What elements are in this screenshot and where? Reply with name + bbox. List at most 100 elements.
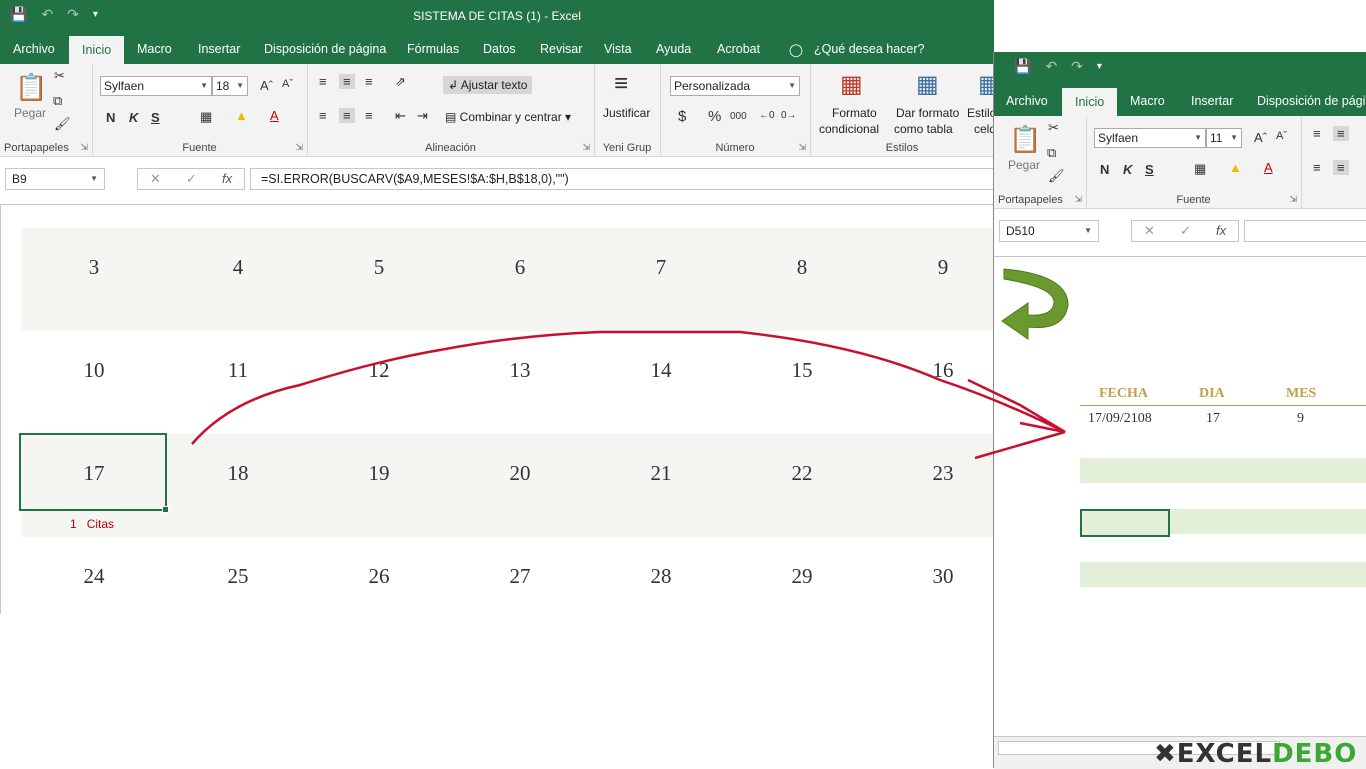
worksheet-grid-2[interactable] — [994, 256, 1366, 737]
undo-icon[interactable]: ↶ — [1045, 58, 1057, 75]
cut-icon[interactable]: ✂ — [1048, 120, 1059, 136]
calendar-day[interactable]: 23 — [893, 461, 993, 486]
format-table-button[interactable]: Dar formato — [896, 106, 959, 120]
merge-center-button[interactable]: ▤ Combinar y centrar ▾ — [445, 110, 571, 124]
font-launcher-icon[interactable]: ⇲ — [1289, 194, 1297, 205]
calendar-day[interactable]: 14 — [611, 358, 711, 383]
paste-icon[interactable]: 📋 — [1009, 124, 1041, 155]
align-right-icon[interactable]: ≡ — [365, 108, 373, 123]
align-top-icon[interactable]: ≡ — [1313, 126, 1321, 141]
calendar-day[interactable]: 22 — [752, 461, 852, 486]
currency-button[interactable]: $ — [678, 108, 686, 125]
tab-archivo-2[interactable]: Archivo — [1006, 94, 1048, 108]
thousands-button[interactable]: 000 — [730, 111, 747, 122]
selected-cell[interactable] — [19, 433, 169, 513]
tab-acrobat[interactable]: Acrobat — [717, 42, 760, 56]
calendar-day[interactable]: 18 — [188, 461, 288, 486]
confirm-icon[interactable]: ✓ — [186, 171, 197, 187]
borders-icon[interactable]: ▦ — [1194, 161, 1206, 177]
align-middle-icon[interactable]: ≡ — [1333, 126, 1349, 141]
clipboard-launcher-icon[interactable]: ⇲ — [1074, 194, 1082, 205]
selected-cell-2[interactable] — [1080, 509, 1170, 537]
calendar-day[interactable]: 25 — [188, 564, 288, 589]
cell-dia[interactable]: 17 — [1206, 411, 1220, 427]
font-size-combo[interactable]: 18 ▼ — [212, 76, 248, 96]
font-name-combo-2[interactable]: Sylfaen ▼ — [1094, 128, 1206, 148]
tab-revisar[interactable]: Revisar — [540, 42, 582, 56]
paste-label[interactable]: Pegar — [14, 106, 46, 120]
tab-datos[interactable]: Datos — [483, 42, 516, 56]
align-middle-icon[interactable]: ≡ — [339, 74, 355, 89]
tab-archivo[interactable]: Archivo — [13, 42, 55, 56]
increase-decimal-icon[interactable]: ←0 — [759, 110, 775, 121]
calendar-day[interactable]: 26 — [329, 564, 429, 589]
tab-ayuda[interactable]: Ayuda — [656, 42, 691, 56]
tell-me-box[interactable]: ¿Qué desea hacer? — [814, 42, 925, 56]
fill-handle[interactable] — [162, 506, 169, 513]
wrap-text-button[interactable]: ↲ Ajustar texto — [443, 76, 533, 94]
name-box[interactable]: B9 ▼ — [5, 168, 105, 190]
conditional-format-button[interactable]: Formato — [832, 106, 877, 120]
number-format-combo[interactable]: Personalizada ▼ — [670, 76, 800, 96]
align-bottom-icon[interactable]: ≡ — [365, 74, 373, 89]
format-painter-icon[interactable]: 🖌 — [1048, 168, 1065, 184]
italic-button-2[interactable]: K — [1123, 162, 1132, 177]
paste-icon[interactable]: 📋 — [15, 72, 47, 103]
clipboard-launcher-icon[interactable]: ⇲ — [80, 142, 88, 153]
justify-icon[interactable]: ≡ — [614, 70, 628, 98]
bold-button-2[interactable]: N — [1100, 162, 1109, 177]
calendar-day[interactable]: 15 — [752, 358, 852, 383]
calendar-day[interactable]: 24 — [44, 564, 144, 589]
calendar-day[interactable]: 11 — [188, 358, 288, 383]
calendar-day[interactable]: 16 — [893, 358, 993, 383]
tab-macro-2[interactable]: Macro — [1130, 94, 1165, 108]
conditional-format-line2[interactable]: condicional — [819, 122, 879, 136]
align-top-icon[interactable]: ≡ — [319, 74, 327, 89]
tab-formulas[interactable]: Fórmulas — [407, 42, 459, 56]
calendar-day[interactable]: 10 — [44, 358, 144, 383]
tab-disposicion-2[interactable]: Disposición de págin — [1257, 94, 1366, 108]
bold-button[interactable]: N — [106, 110, 115, 125]
underline-button[interactable]: S — [151, 110, 160, 125]
back-arrow-icon[interactable] — [998, 265, 1078, 345]
cancel-icon[interactable]: ✕ — [1144, 223, 1155, 239]
align-left-icon[interactable]: ≡ — [319, 108, 327, 123]
copy-icon[interactable]: ⧉ — [53, 93, 62, 109]
fill-color-icon[interactable]: ▲ — [1229, 160, 1242, 175]
format-table-line2[interactable]: como tabla — [894, 122, 953, 136]
justify-button[interactable]: Justificar — [603, 106, 650, 120]
underline-button-2[interactable]: S — [1145, 162, 1154, 177]
calendar-day[interactable]: 5 — [329, 255, 429, 280]
insert-function-icon[interactable]: fx — [222, 171, 232, 186]
font-size-combo-2[interactable]: 11 ▼ — [1206, 128, 1242, 148]
decrease-font-icon[interactable]: Aˇ — [282, 78, 293, 90]
copy-icon[interactable]: ⧉ — [1047, 145, 1056, 161]
calendar-day[interactable]: 30 — [893, 564, 993, 589]
percent-button[interactable]: % — [708, 108, 721, 125]
tab-vista[interactable]: Vista — [604, 42, 632, 56]
cancel-icon[interactable]: ✕ — [150, 171, 161, 187]
formula-input-2[interactable] — [1244, 220, 1366, 242]
calendar-day[interactable]: 29 — [752, 564, 852, 589]
save-icon[interactable]: 💾 — [1014, 58, 1031, 75]
paste-label-2[interactable]: Pegar — [1008, 158, 1040, 172]
tab-inicio-2[interactable]: Inicio — [1062, 88, 1118, 116]
tab-macro[interactable]: Macro — [137, 42, 172, 56]
calendar-day[interactable]: 21 — [611, 461, 711, 486]
calendar-day[interactable]: 8 — [752, 255, 852, 280]
decrease-font-icon[interactable]: Aˇ — [1276, 130, 1287, 142]
calendar-day[interactable]: 13 — [470, 358, 570, 383]
font-color-icon[interactable]: A — [270, 108, 279, 123]
align-center-icon[interactable]: ≡ — [1333, 160, 1349, 175]
align-left-icon[interactable]: ≡ — [1313, 160, 1321, 175]
italic-button[interactable]: K — [129, 110, 138, 125]
worksheet-grid[interactable]: 3 4 5 6 7 8 9 10 11 12 13 14 15 16 17 18 19 20 21 22 23 24 25 2… — [0, 204, 995, 614]
decrease-indent-icon[interactable]: ⇤ — [395, 108, 406, 124]
calendar-day[interactable]: 9 — [893, 255, 993, 280]
calendar-day[interactable]: 27 — [470, 564, 570, 589]
tab-insertar[interactable]: Insertar — [198, 42, 240, 56]
tab-insertar-2[interactable]: Insertar — [1191, 94, 1233, 108]
increase-font-icon[interactable]: Aˆ — [260, 78, 273, 93]
insert-function-icon[interactable]: fx — [1216, 223, 1226, 238]
calendar-day[interactable]: 3 — [44, 255, 144, 280]
